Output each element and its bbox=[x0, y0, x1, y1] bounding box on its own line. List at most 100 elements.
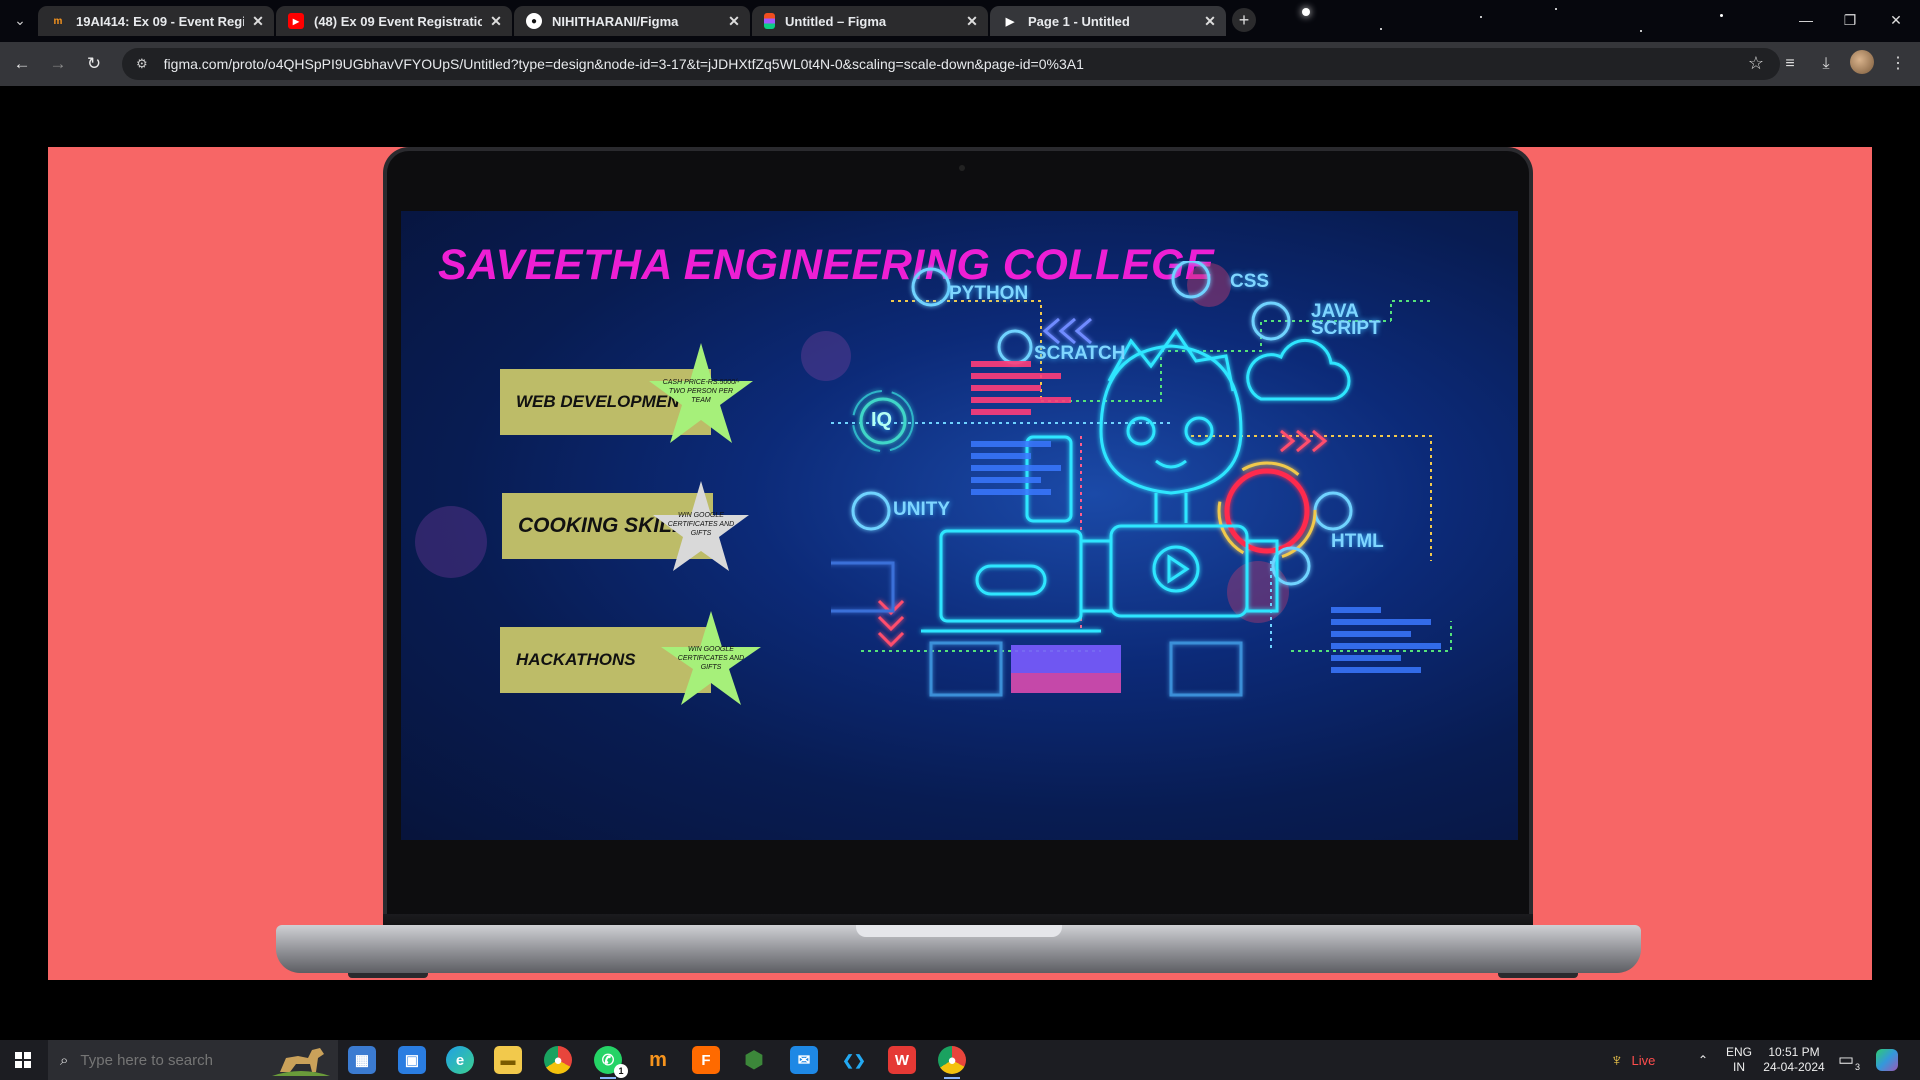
whatsapp-icon[interactable]: ✆ 1 bbox=[594, 1046, 628, 1079]
tab-search-button[interactable]: ⌄ bbox=[8, 8, 32, 32]
edge-icon[interactable]: e bbox=[446, 1046, 474, 1074]
windows-taskbar: ⌕ ▦ ▣ e ▬ ● ✆ 1 m F ⬢ ✉ ❮❯ W ● ♆ Live ⌃ … bbox=[0, 1040, 1920, 1080]
chrome-icon[interactable]: ● bbox=[544, 1046, 572, 1074]
prize-star-hackathons: WIN GOOGLE CERTIFICATES AND GIFTS bbox=[659, 609, 771, 715]
youtube-icon: ▶ bbox=[288, 13, 304, 29]
laptop-foot bbox=[1498, 973, 1578, 978]
prototype-frame: SAVEETHA ENGINEERING COLLEGE WEB DEVELOP… bbox=[48, 147, 1872, 980]
copilot-icon bbox=[1876, 1049, 1898, 1071]
moodle-icon: m bbox=[53, 15, 63, 27]
tech-label-iq: IQ bbox=[871, 409, 893, 431]
prize-text: WIN GOOGLE CERTIFICATES AND GIFTS bbox=[677, 646, 745, 671]
star-decoration bbox=[1480, 16, 1482, 18]
whatsapp-badge: 1 bbox=[614, 1064, 628, 1078]
forward-button[interactable]: → bbox=[46, 52, 70, 76]
download-icon[interactable]: ⤓ bbox=[1814, 52, 1838, 76]
dog-illustration-icon bbox=[272, 1048, 330, 1076]
star-decoration bbox=[1720, 14, 1723, 17]
site-settings-icon[interactable]: ⚙ bbox=[136, 56, 148, 72]
chevron-down-icon: ⌄ bbox=[14, 12, 26, 28]
tab-page-1[interactable]: ▶ Page 1 - Untitled ✕ bbox=[990, 6, 1226, 36]
star-decoration bbox=[1640, 30, 1642, 32]
minimize-button[interactable]: — bbox=[1786, 8, 1826, 32]
tab-figma[interactable]: Untitled – Figma ✕ bbox=[752, 6, 988, 36]
nodejs-icon[interactable]: ⬢ bbox=[740, 1046, 768, 1074]
copilot-button[interactable] bbox=[1876, 1040, 1898, 1080]
star-decoration bbox=[1302, 8, 1310, 16]
bookmark-star-icon[interactable]: ☆ bbox=[1748, 53, 1764, 74]
browser-tab-strip: ⌄ m 19AI414: Ex 09 - Event Registra ✕ ▶ … bbox=[0, 0, 1920, 42]
live-widget[interactable]: ♆ Live bbox=[1610, 1040, 1655, 1080]
profile-avatar[interactable] bbox=[1850, 50, 1874, 74]
decor-circle bbox=[415, 506, 487, 578]
close-icon[interactable]: ✕ bbox=[250, 13, 266, 30]
chevron-up-icon: ⌃ bbox=[1698, 1053, 1709, 1067]
tech-label-unity: UNITY bbox=[893, 499, 950, 520]
taskbar-search-box[interactable]: ⌕ bbox=[48, 1040, 338, 1080]
tab-youtube[interactable]: ▶ (48) Ex 09 Event Registration D ✕ bbox=[276, 6, 512, 36]
tech-label-python: PYTHON bbox=[949, 283, 1029, 304]
notification-center-button[interactable]: ▭ 3 bbox=[1838, 1040, 1861, 1080]
tab-github[interactable]: ● NIHITHARANI/Figma ✕ bbox=[514, 6, 750, 36]
play-icon: ▶ bbox=[1005, 15, 1015, 28]
address-bar[interactable]: ⚙ figma.com/proto/o4QHSpPI9UGbhavVFYOUpS… bbox=[122, 48, 1780, 80]
close-icon: ✕ bbox=[1890, 12, 1902, 28]
laptop-notch bbox=[856, 925, 1062, 937]
star-decoration bbox=[1380, 28, 1382, 30]
vscode-icon[interactable]: ❮❯ bbox=[840, 1046, 868, 1074]
coding-kid-illustration: PYTHON CSS JAVA SCRIPT SCRATCH IQ UNITY … bbox=[819, 259, 1518, 840]
close-window-button[interactable]: ✕ bbox=[1876, 8, 1916, 32]
camera-icon bbox=[959, 165, 965, 171]
prize-star-web-development: CASH PRICE-RS:5000/- TWO PERSON PER TEAM bbox=[645, 341, 757, 447]
new-tab-button[interactable]: + bbox=[1232, 8, 1256, 32]
prize-star-cooking-skills: WIN GOOGLE CERTIFICATES AND GIFTS bbox=[653, 481, 765, 587]
start-button[interactable] bbox=[0, 1040, 46, 1080]
reload-button[interactable]: ↻ bbox=[82, 52, 106, 76]
tech-label-css: CSS bbox=[1230, 271, 1270, 292]
taskbar-search-input[interactable] bbox=[80, 1051, 241, 1069]
clock[interactable]: 10:51 PM 24-04-2024 bbox=[1762, 1040, 1826, 1080]
file-explorer-icon[interactable]: ▬ bbox=[494, 1046, 522, 1074]
close-icon[interactable]: ✕ bbox=[488, 13, 504, 30]
close-icon[interactable]: ✕ bbox=[1202, 13, 1218, 30]
illustration-graphic bbox=[819, 259, 1452, 697]
notification-icon: ▭ 3 bbox=[1838, 1050, 1861, 1072]
prize-text: WIN GOOGLE CERTIFICATES AND GIFTS bbox=[667, 512, 735, 537]
tech-label-html: HTML bbox=[1331, 531, 1384, 552]
prize-text: CASH PRICE-RS:5000/- TWO PERSON PER TEAM bbox=[662, 379, 740, 404]
figma-icon bbox=[764, 13, 775, 29]
sublime-icon[interactable]: F bbox=[692, 1046, 720, 1074]
reload-icon: ↻ bbox=[86, 54, 102, 73]
arrow-left-icon: ← bbox=[13, 54, 31, 73]
language-indicator[interactable]: ENG IN bbox=[1726, 1040, 1752, 1080]
arrow-right-icon: → bbox=[49, 54, 67, 73]
plus-icon: + bbox=[1238, 10, 1250, 30]
windows-logo-icon bbox=[15, 1052, 31, 1068]
moodle-icon[interactable]: m bbox=[644, 1046, 672, 1074]
restore-icon: ❐ bbox=[1843, 12, 1857, 28]
github-icon: ● bbox=[526, 13, 542, 29]
tech-label-javascript: JAVA SCRIPT bbox=[1311, 301, 1381, 339]
file-explorer-tablet-icon[interactable]: ▦ bbox=[348, 1046, 376, 1074]
chrome-active-icon[interactable]: ● bbox=[938, 1046, 966, 1079]
wps-icon[interactable]: W bbox=[888, 1046, 916, 1074]
minimize-icon: — bbox=[1799, 12, 1813, 28]
back-button[interactable]: ← bbox=[10, 52, 34, 76]
tech-label-scratch: SCRATCH bbox=[1034, 343, 1126, 364]
show-hidden-icons-button[interactable]: ⌃ bbox=[1698, 1040, 1708, 1080]
close-icon[interactable]: ✕ bbox=[726, 13, 742, 30]
mail-icon[interactable]: ✉ bbox=[790, 1046, 818, 1074]
close-icon[interactable]: ✕ bbox=[964, 13, 980, 30]
star-decoration bbox=[1555, 8, 1557, 10]
figma-prototype-viewport: SAVEETHA ENGINEERING COLLEGE WEB DEVELOP… bbox=[0, 86, 1920, 1040]
laptop-screen: SAVEETHA ENGINEERING COLLEGE WEB DEVELOP… bbox=[401, 211, 1518, 840]
media-control-icon[interactable]: ≡ bbox=[1778, 52, 1802, 76]
live-icon: ♆ bbox=[1610, 1049, 1624, 1070]
restore-button[interactable]: ❐ bbox=[1830, 8, 1870, 32]
microsoft-store-icon[interactable]: ▣ bbox=[398, 1046, 426, 1074]
laptop-foot bbox=[348, 973, 428, 978]
browser-toolbar: ← → ↻ ⚙ figma.com/proto/o4QHSpPI9UGbhavV… bbox=[0, 42, 1920, 86]
tab-moodle[interactable]: m 19AI414: Ex 09 - Event Registra ✕ bbox=[38, 6, 274, 36]
url-text[interactable]: figma.com/proto/o4QHSpPI9UGbhavVFYOUpS/U… bbox=[164, 56, 1084, 72]
menu-dots-icon[interactable]: ⋮ bbox=[1886, 52, 1910, 76]
